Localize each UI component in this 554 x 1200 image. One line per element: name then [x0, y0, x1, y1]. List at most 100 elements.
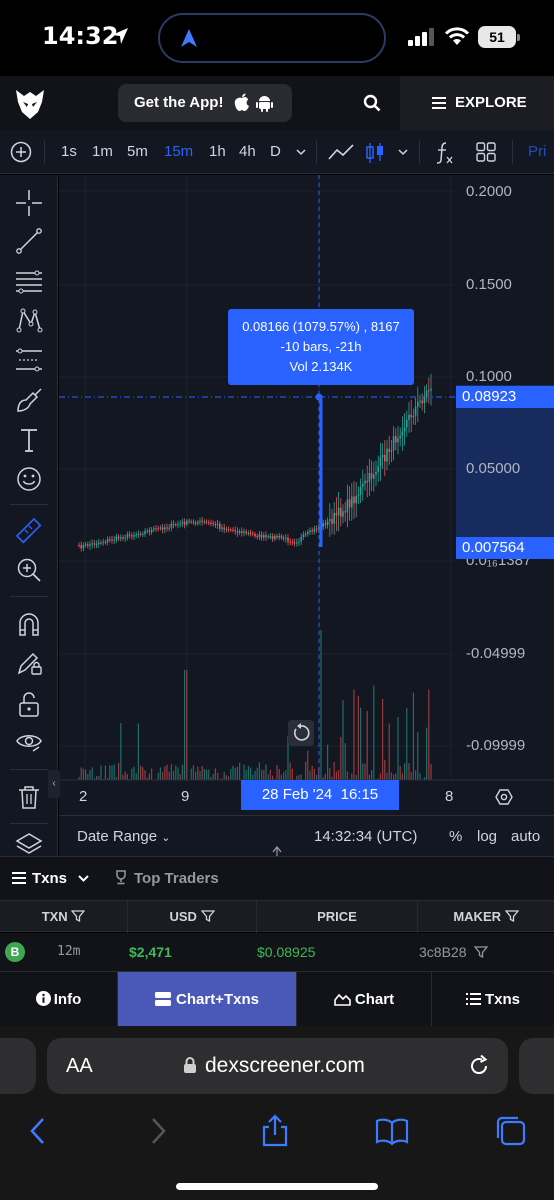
ruler-icon[interactable] [15, 517, 43, 545]
candle-body [205, 521, 208, 523]
column-header-usd[interactable]: USD [128, 901, 257, 933]
previous-tab-pill[interactable] [0, 1038, 36, 1094]
price-tab[interactable]: Pri [528, 143, 546, 160]
timeframe-4h[interactable]: 4h [239, 143, 256, 160]
text-tool-icon[interactable] [15, 426, 43, 454]
candle-body [80, 545, 82, 549]
timeframe-5m[interactable]: 5m [127, 143, 148, 160]
get-app-button[interactable]: Get the App! [118, 84, 292, 122]
candlestick-chart[interactable] [59, 175, 554, 815]
timeframe-1s[interactable]: 1s [61, 143, 77, 160]
candle-body [304, 534, 307, 536]
emoji-icon[interactable] [15, 465, 43, 493]
candle-body [300, 536, 302, 542]
crosshair-icon[interactable] [15, 189, 43, 217]
unlock-icon[interactable] [15, 690, 43, 718]
low-price-tag: 0.007564 [456, 537, 554, 559]
volume-bar [197, 766, 199, 780]
chart-settings-icon[interactable] [495, 788, 513, 806]
candle-body [265, 535, 267, 537]
eye-icon[interactable] [15, 727, 43, 755]
fib-retracement-icon[interactable] [15, 268, 43, 296]
candle-body [388, 448, 390, 452]
volume-bar [390, 772, 392, 780]
candle-body [115, 536, 118, 540]
collapse-toolbar-button[interactable]: ‹ [48, 770, 60, 798]
percent-scale-button[interactable]: % [449, 828, 462, 845]
volume-bar [157, 772, 159, 780]
top-traders-tab[interactable]: Top Traders [114, 870, 219, 887]
chevron-down-icon[interactable] [397, 147, 409, 157]
column-header-maker[interactable]: MAKER [418, 901, 554, 933]
candle-body [370, 473, 373, 479]
tab-chart-txns[interactable]: Chart+Txns [118, 972, 297, 1027]
lock-drawings-pencil-icon[interactable] [15, 649, 43, 677]
filter-icon[interactable] [474, 946, 489, 959]
forecast-icon[interactable] [15, 346, 43, 374]
volume-bar [313, 768, 315, 780]
candles-icon[interactable] [364, 141, 386, 165]
candle-body [78, 545, 80, 547]
chevron-down-icon[interactable] [295, 147, 307, 157]
log-scale-button[interactable]: log [477, 828, 497, 845]
volume-bar [159, 767, 161, 780]
candle-body [359, 487, 362, 495]
zoom-in-icon[interactable] [15, 556, 43, 584]
trash-icon[interactable] [15, 783, 43, 811]
timeframe-1h[interactable]: 1h [209, 143, 226, 160]
volume-bar [118, 762, 120, 780]
candle-body [91, 543, 93, 545]
table-row[interactable]: B 12m $2,471 $0.08925 3c8B28 [0, 933, 554, 971]
volume-bar [181, 764, 183, 780]
utc-clock: 14:32:34 (UTC) [314, 828, 418, 845]
txns-tab[interactable]: Txns [12, 870, 90, 887]
column-header-txn[interactable]: TXN [0, 901, 128, 933]
candle-body [164, 527, 166, 530]
reader-options-button[interactable]: AA [66, 1055, 93, 1078]
candle-body [258, 534, 261, 537]
timeframe-1m[interactable]: 1m [92, 143, 113, 160]
candle-body [364, 480, 366, 484]
line-chart-icon[interactable] [327, 141, 355, 163]
tab-chart[interactable]: Chart [297, 972, 432, 1027]
candle-body [282, 537, 285, 539]
candle-body [150, 529, 153, 533]
tab-txns[interactable]: Txns [432, 972, 554, 1027]
tooltip-price-change: 0.08166 (1079.57%) , 8167 [242, 319, 400, 334]
candle-body [214, 524, 217, 526]
dexscreener-logo[interactable] [14, 86, 46, 120]
timeframe-15m[interactable]: 15m [164, 143, 193, 160]
bookmarks-icon[interactable] [375, 1114, 409, 1148]
magnet-icon[interactable] [15, 610, 43, 638]
address-bar[interactable]: AA dexscreener.com [47, 1038, 508, 1094]
reload-icon[interactable] [467, 1054, 491, 1078]
timeframe-d[interactable]: D [270, 143, 281, 160]
price-chart[interactable]: 0.2000 0.1500 0.1000 0.05000 0.0₁₆1387 -… [59, 175, 554, 815]
reset-chart-icon[interactable] [288, 720, 314, 746]
txn-maker[interactable]: 3c8B28 [419, 933, 489, 971]
layouts-icon[interactable] [475, 141, 497, 163]
explore-button[interactable]: EXPLORE [400, 76, 554, 130]
tabs-icon[interactable] [494, 1114, 528, 1148]
candle-body [331, 519, 333, 524]
candle-body [337, 507, 340, 516]
candle-body [362, 483, 364, 488]
search-icon[interactable] [363, 94, 381, 112]
add-symbol-icon[interactable] [10, 141, 32, 163]
share-icon[interactable] [258, 1114, 292, 1148]
date-range-button[interactable]: Date Range ⌄ [77, 828, 170, 845]
brush-icon[interactable] [15, 386, 43, 414]
back-icon[interactable] [22, 1114, 56, 1148]
column-header-price[interactable]: PRICE [257, 901, 418, 933]
forward-icon[interactable] [140, 1114, 174, 1148]
volume-bar [261, 769, 263, 780]
next-tab-pill[interactable] [519, 1038, 554, 1094]
auto-scale-button[interactable]: auto [511, 828, 540, 845]
indicators-icon[interactable] [434, 141, 454, 165]
tab-info[interactable]: Info [0, 972, 118, 1027]
pattern-icon[interactable] [15, 306, 43, 334]
trend-line-icon[interactable] [15, 227, 43, 255]
layers-icon[interactable] [15, 832, 43, 854]
candle-body [245, 531, 247, 534]
volume-bar [234, 767, 236, 780]
